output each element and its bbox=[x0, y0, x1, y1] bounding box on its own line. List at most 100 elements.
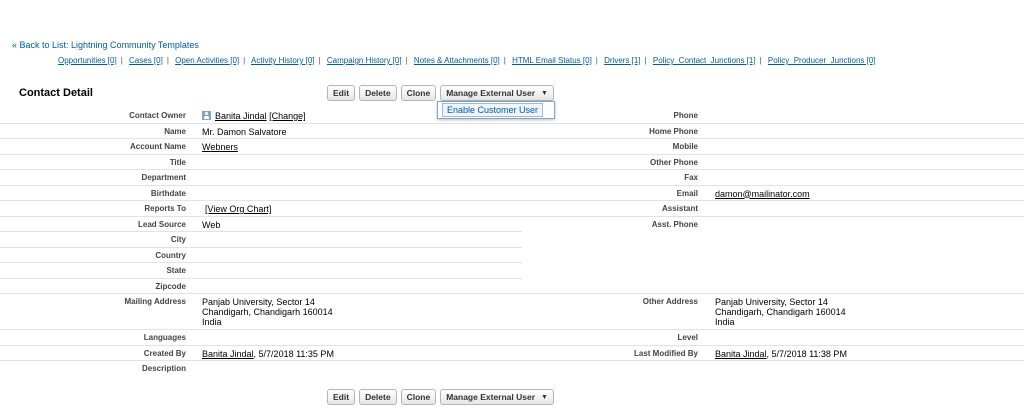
field-label: Other Address bbox=[642, 297, 698, 306]
table-row: Languages Level bbox=[0, 330, 1024, 346]
separator: | bbox=[503, 56, 506, 65]
table-row: Department Fax bbox=[0, 170, 1024, 186]
field-label: Lead Source bbox=[137, 219, 186, 229]
user-avatar-icon bbox=[202, 111, 211, 120]
account-name-link[interactable]: Webners bbox=[202, 142, 238, 152]
field-label: Department bbox=[141, 173, 186, 182]
related-link-cases[interactable]: Cases [0] bbox=[129, 56, 163, 65]
field-label: Assistant bbox=[661, 204, 698, 213]
clone-button[interactable]: Clone bbox=[400, 389, 437, 405]
enable-customer-user-menu-item[interactable]: Enable Customer User bbox=[442, 103, 544, 117]
field-label: Home Phone bbox=[649, 126, 698, 136]
table-row: Mailing Address Panjab University, Secto… bbox=[0, 294, 1024, 330]
created-by-user-link[interactable]: Banita Jindal bbox=[202, 349, 254, 359]
field-label: Last Modified By bbox=[633, 348, 698, 358]
field-label: Name bbox=[164, 126, 186, 136]
detail-table: Contact Owner Banita Jindal [Change] Pho… bbox=[0, 108, 1024, 377]
related-list-links: Opportunities [0] | Cases [0] | Open Activ… bbox=[58, 56, 876, 65]
field-label: Created By bbox=[143, 348, 186, 358]
related-link-activity-history[interactable]: Activity History [0] bbox=[251, 56, 315, 65]
field-label: Languages bbox=[143, 333, 186, 342]
field-label: Title bbox=[169, 157, 186, 167]
created-by-value: Banita Jindal, 5/7/2018 11:35 PM bbox=[202, 349, 334, 359]
table-row: Country bbox=[0, 248, 1024, 264]
table-row: State bbox=[0, 263, 1024, 279]
delete-button[interactable]: Delete bbox=[359, 85, 397, 101]
table-row: Created By Banita Jindal, 5/7/2018 11:35… bbox=[0, 346, 1024, 361]
address-line: Panjab University, Sector 14 bbox=[715, 297, 828, 307]
related-link-policy-contact-junctions[interactable]: Policy_Contact_Junctions [1] bbox=[653, 56, 756, 65]
separator: | bbox=[405, 56, 408, 65]
separator: | bbox=[166, 56, 169, 65]
separator: | bbox=[595, 56, 598, 65]
related-link-html-email-status[interactable]: HTML Email Status [0] bbox=[512, 56, 592, 65]
field-label: Mobile bbox=[672, 142, 698, 151]
field-label: Level bbox=[677, 333, 698, 342]
address-line: Panjab University, Sector 14 bbox=[202, 297, 315, 307]
mailing-address-value: Panjab University, Sector 14 Chandigarh,… bbox=[202, 297, 333, 327]
email-value: damon@mailinator.com bbox=[715, 189, 810, 199]
table-row: Reports To [View Org Chart] Assistant bbox=[0, 201, 1024, 217]
email-link[interactable]: damon@mailinator.com bbox=[715, 189, 810, 199]
manage-external-user-button[interactable]: Manage External User ▼ bbox=[440, 85, 554, 101]
manage-external-user-button[interactable]: Manage External User ▼ bbox=[440, 389, 554, 405]
field-label: Email bbox=[676, 188, 698, 198]
view-org-chart-link[interactable]: [View Org Chart] bbox=[205, 204, 271, 214]
address-line: Chandigarh, Chandigarh 160014 bbox=[202, 307, 333, 317]
change-owner-link[interactable]: [Change] bbox=[269, 111, 306, 121]
field-label: Fax bbox=[684, 173, 698, 182]
table-row: Description bbox=[0, 361, 1024, 377]
last-modified-by-date: , 5/7/2018 11:38 PM bbox=[766, 348, 847, 359]
table-row: City bbox=[0, 232, 1024, 248]
delete-button[interactable]: Delete bbox=[359, 389, 397, 405]
table-row: Account Name Webners Mobile bbox=[0, 139, 1024, 155]
reports-to-value: [View Org Chart] bbox=[205, 204, 271, 214]
field-label: City bbox=[170, 235, 186, 244]
table-row: Zipcode bbox=[0, 279, 1024, 294]
related-link-open-activities[interactable]: Open Activities [0] bbox=[175, 56, 239, 65]
address-line: India bbox=[715, 317, 735, 327]
last-modified-by-value: Banita Jindal, 5/7/2018 11:38 PM bbox=[715, 349, 847, 359]
related-link-opportunities[interactable]: Opportunities [0] bbox=[58, 56, 117, 65]
name-value: Mr. Damon Salvatore bbox=[202, 126, 287, 137]
field-label: State bbox=[166, 266, 186, 275]
related-link-notes-attachments[interactable]: Notes & Attachments [0] bbox=[414, 56, 500, 65]
other-address-value: Panjab University, Sector 14 Chandigarh,… bbox=[715, 297, 846, 327]
created-by-date: , 5/7/2018 11:35 PM bbox=[253, 348, 334, 359]
caret-down-icon: ▼ bbox=[541, 89, 548, 97]
field-label: Phone bbox=[673, 111, 698, 120]
bottom-button-bar: Edit Delete Clone Manage External User ▼ bbox=[327, 389, 554, 405]
related-link-campaign-history[interactable]: Campaign History [0] bbox=[327, 56, 402, 65]
field-label: Country bbox=[155, 250, 186, 260]
last-modified-by-user-link[interactable]: Banita Jindal bbox=[715, 349, 767, 359]
table-row: Lead Source Web Asst. Phone bbox=[0, 217, 1024, 233]
field-label: Reports To bbox=[144, 204, 186, 213]
field-label: Mailing Address bbox=[124, 297, 187, 306]
separator: | bbox=[120, 56, 123, 65]
related-link-drivers[interactable]: Drivers [1] bbox=[604, 56, 640, 65]
field-label: Other Phone bbox=[649, 157, 698, 167]
field-label: Birthdate bbox=[150, 188, 186, 198]
manage-external-user-label: Manage External User bbox=[446, 88, 536, 98]
table-row: Name Mr. Damon Salvatore Home Phone bbox=[0, 124, 1024, 139]
address-line: India bbox=[202, 317, 222, 327]
field-label: Zipcode bbox=[155, 281, 186, 291]
manage-external-user-menu: Enable Customer User bbox=[437, 101, 555, 119]
field-label: Contact Owner bbox=[129, 111, 186, 120]
related-link-policy-producer-junctions[interactable]: Policy_Producer_Junctions [0] bbox=[768, 56, 876, 65]
lead-source-value: Web bbox=[202, 219, 221, 230]
field-label: Account Name bbox=[129, 142, 186, 151]
contact-owner-link[interactable]: Banita Jindal bbox=[215, 111, 267, 121]
table-row: Title Other Phone bbox=[0, 155, 1024, 170]
separator: | bbox=[644, 56, 647, 65]
clone-button[interactable]: Clone bbox=[400, 85, 437, 101]
edit-button[interactable]: Edit bbox=[327, 389, 356, 405]
edit-button[interactable]: Edit bbox=[327, 85, 356, 101]
separator: | bbox=[759, 56, 762, 65]
back-to-list-link[interactable]: « Back to List: Lightning Community Temp… bbox=[12, 40, 199, 50]
separator: | bbox=[243, 56, 246, 65]
field-label: Description bbox=[141, 364, 186, 373]
caret-down-icon: ▼ bbox=[541, 393, 548, 401]
section-title: Contact Detail bbox=[19, 87, 93, 99]
table-row: Birthdate Email damon@mailinator.com bbox=[0, 186, 1024, 201]
